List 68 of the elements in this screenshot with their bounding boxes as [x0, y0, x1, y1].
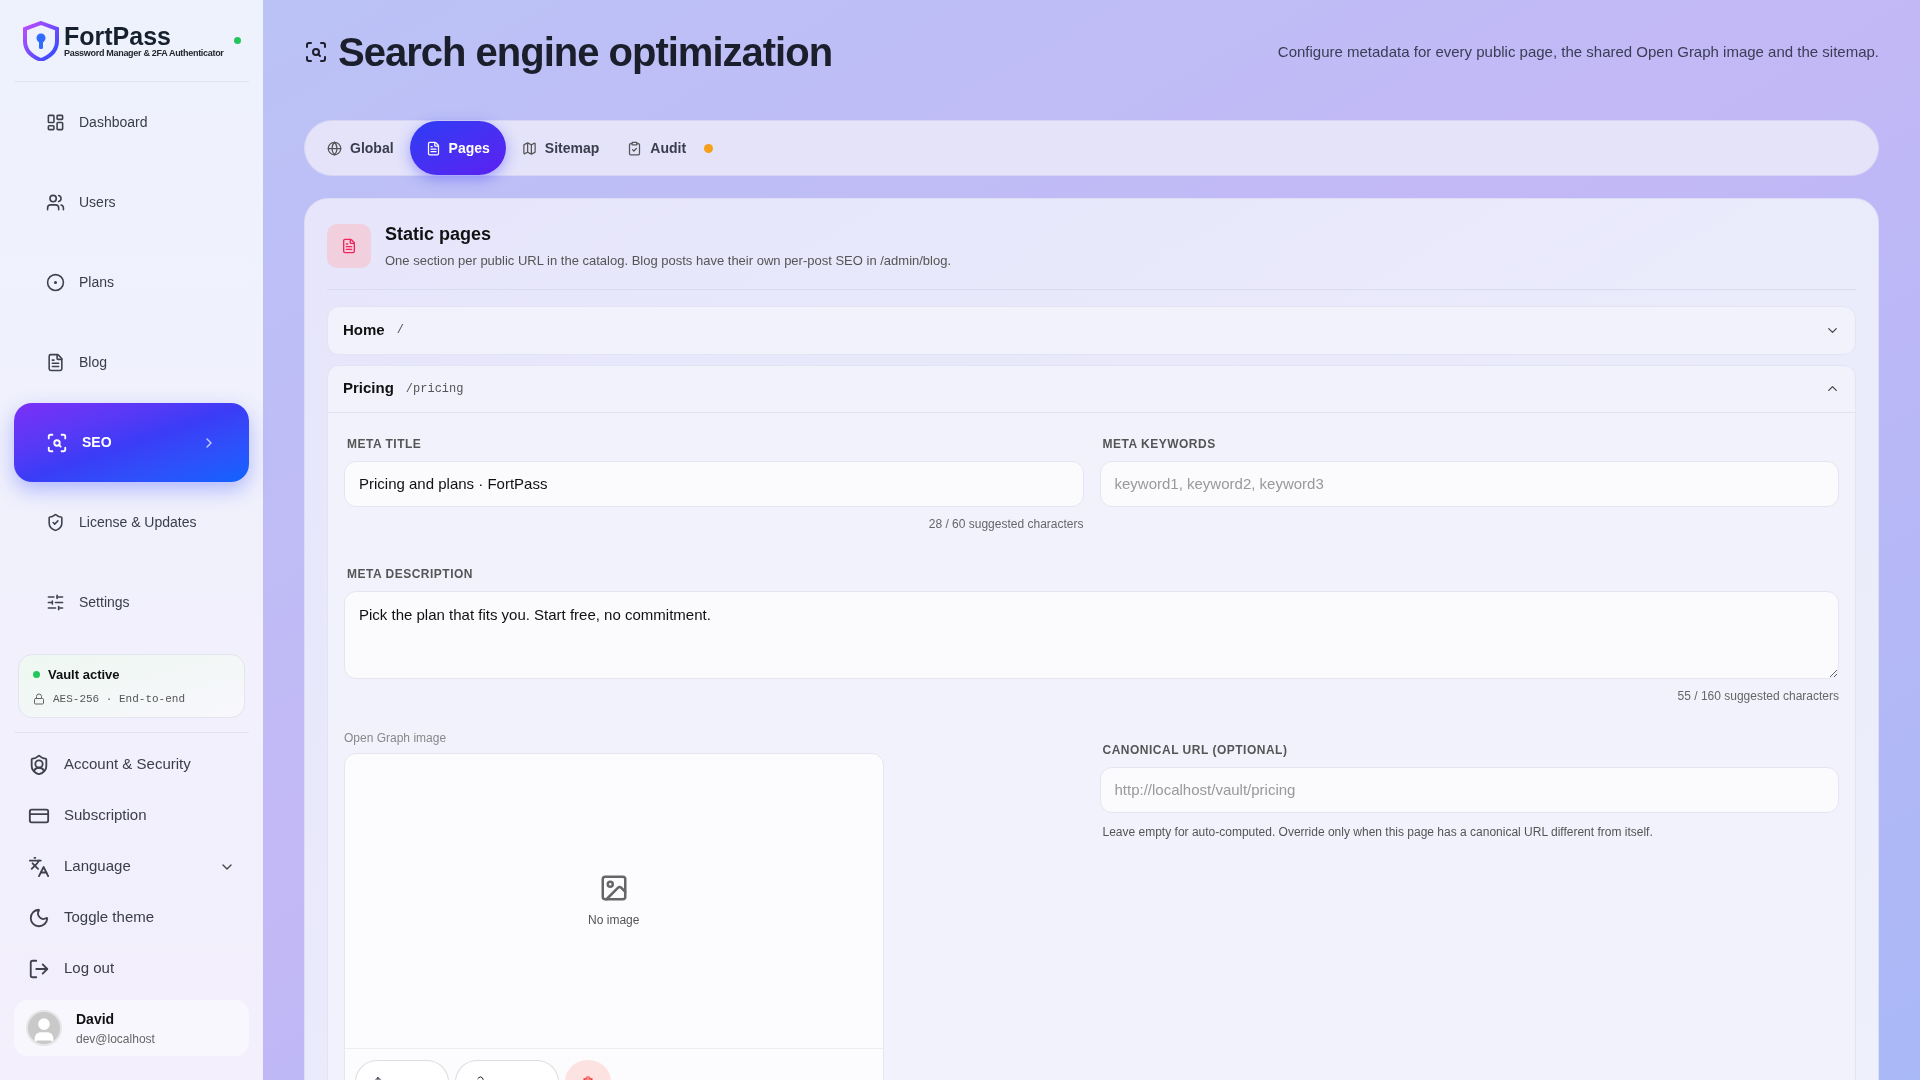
document-icon	[46, 353, 65, 372]
page-path: /	[396, 322, 405, 339]
checklist-icon	[627, 140, 643, 156]
logout-icon	[28, 957, 50, 980]
tab[interactable]: Sitemap	[509, 121, 612, 175]
nav-item[interactable]: License & Updates	[14, 483, 249, 562]
user-card[interactable]: David dev@localhost	[14, 1000, 249, 1056]
page-name: Home	[343, 319, 385, 340]
moon-icon	[28, 906, 50, 929]
page-header[interactable]: Pricing /pricing	[328, 365, 1855, 413]
document-icon	[341, 237, 357, 254]
shield-logo-icon	[22, 20, 60, 61]
character-counter: 55 / 160 suggested characters	[1677, 687, 1839, 705]
vault-status: Vault active	[48, 666, 120, 684]
nav-item[interactable]: Users	[14, 163, 249, 242]
user-name: David	[76, 1009, 116, 1029]
document-icon	[425, 140, 441, 156]
field-hint: Leave empty for auto-computed. Override only when this page has a canonical URL different from itself.	[1101, 823, 1654, 841]
field-label: META DESCRIPTION	[346, 565, 474, 583]
tab[interactable]: Pages	[409, 121, 506, 175]
nav-item[interactable]: Blog	[14, 323, 249, 402]
tab[interactable]: Audit	[615, 121, 726, 175]
nav-item[interactable]: Plans	[14, 243, 249, 322]
dashboard-icon	[46, 113, 65, 132]
canonical-url-field[interactable]: http://localhost/vault/pricing	[1099, 766, 1839, 813]
character-counter: 28 / 60 suggested characters	[928, 515, 1084, 533]
map-icon	[521, 140, 537, 156]
page-description: Configure metadata for every public page, the shared Open Graph image and the sitemap.	[1277, 41, 1879, 62]
field-label: Open Graph image	[344, 729, 448, 747]
meta-keywords-field[interactable]: keyword1, keyword2, keyword3	[1099, 460, 1839, 507]
menu-item[interactable]: Toggle theme	[14, 892, 249, 943]
shield-user-icon	[28, 753, 50, 776]
empty-image-text: No image	[588, 911, 640, 929]
user-email: dev@localhost	[76, 1030, 155, 1048]
tab[interactable]: Global	[315, 121, 406, 175]
page-header[interactable]: Home /	[328, 306, 1855, 354]
menu-item[interactable]: Language	[14, 841, 249, 892]
search-icon	[46, 431, 68, 454]
shield-check-icon	[46, 513, 65, 532]
field-label: CANONICAL URL (OPTIONAL)	[1101, 741, 1289, 759]
page-name: Pricing	[343, 378, 394, 399]
image-dropzone[interactable]: No image	[344, 752, 884, 1080]
brand-tagline: Password Manager & 2FA Authenticator	[64, 48, 224, 58]
meta-title-field[interactable]: Pricing and plans · FortPass	[344, 460, 1084, 507]
menu-item[interactable]: Subscription	[14, 790, 249, 841]
delete-button[interactable]	[565, 1059, 611, 1080]
globe-icon	[327, 140, 342, 156]
language-icon	[28, 855, 50, 878]
search-icon	[304, 40, 328, 64]
field-label: META KEYWORDS	[1101, 435, 1217, 453]
nav-item[interactable]: Dashboard	[14, 83, 249, 162]
menu-item[interactable]: Account & Security	[14, 739, 249, 790]
field-label: META TITLE	[346, 435, 423, 453]
settings-icon	[46, 593, 65, 612]
section-subtitle: One section per public URL in the catalog. Blog posts have their own per-post SEO in /admin/blog.	[385, 252, 952, 270]
upload-button[interactable]	[355, 1059, 449, 1080]
url-button[interactable]	[455, 1059, 559, 1080]
section-title: Static pages	[385, 223, 493, 246]
users-icon	[46, 193, 65, 212]
page-title: Search engine optimization	[338, 29, 833, 76]
lock-icon	[33, 692, 45, 705]
meta-description-field[interactable]: Pick the plan that fits you. Start free, no commitment.	[344, 590, 1839, 679]
page-path: /pricing	[405, 380, 465, 398]
brand-name: FortPass	[64, 23, 171, 49]
nav-item[interactable]: Settings	[14, 563, 249, 642]
nav-item[interactable]: SEO	[14, 403, 249, 482]
menu-item[interactable]: Log out	[14, 943, 249, 994]
encryption-info: AES-256 · End-to-end	[53, 691, 186, 707]
